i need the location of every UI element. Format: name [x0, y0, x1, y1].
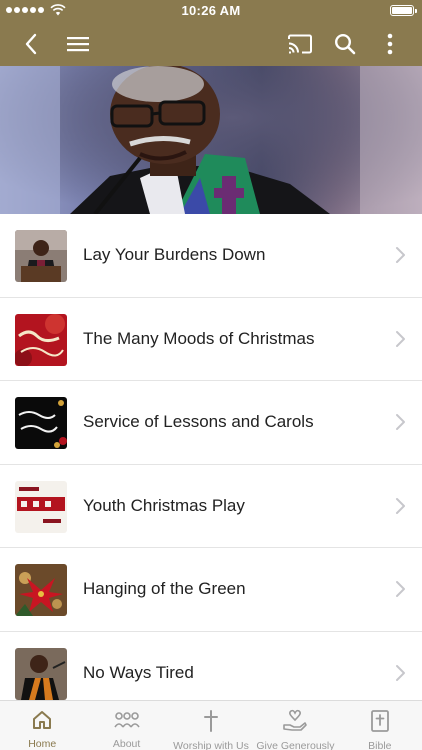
chevron-right-icon — [396, 497, 405, 514]
list-item-label: Youth Christmas Play — [83, 495, 245, 515]
thumbnail-poinsettia — [15, 564, 67, 616]
thumbnail-youth-christmas — [15, 480, 67, 533]
list-item[interactable]: Lay Your Burdens Down — [0, 214, 422, 298]
tab-give-generously[interactable]: Give Generously — [253, 701, 337, 750]
top-navigation-bar — [0, 22, 422, 66]
tab-label: Worship with Us — [173, 740, 249, 750]
tab-label: About — [112, 738, 141, 750]
bible-icon — [370, 710, 389, 732]
list-item[interactable]: Hanging of the Green — [0, 548, 422, 632]
chevron-right-icon — [396, 664, 405, 681]
giving-hand-icon — [283, 709, 308, 731]
hero-banner-image — [0, 66, 422, 214]
list-item[interactable]: Youth Christmas Play — [0, 465, 422, 548]
chevron-left-icon — [25, 33, 37, 55]
chevron-right-icon — [396, 414, 405, 430]
chevron-right-icon — [396, 330, 405, 347]
list-item-label: No Ways Tired — [83, 662, 194, 682]
list-item-label: Hanging of the Green — [83, 579, 246, 599]
search-button[interactable] — [330, 22, 360, 66]
cross-icon — [204, 710, 219, 732]
tab-worship-with-us[interactable]: Worship with Us — [169, 701, 253, 750]
bottom-tab-bar: Home About Worship with Us Give Generous… — [0, 700, 422, 750]
cast-icon — [288, 34, 312, 54]
thumbnail-pastor-pulpit — [15, 230, 67, 282]
back-button[interactable] — [16, 22, 46, 66]
pastor-photo — [0, 66, 422, 214]
tab-label: Bible — [368, 740, 392, 750]
chevron-right-icon — [396, 247, 405, 263]
list-item-label: The Many Moods of Christmas — [83, 328, 315, 348]
list-item[interactable]: The Many Moods of Christmas — [0, 298, 422, 381]
more-vertical-icon — [387, 33, 393, 55]
chevron-right-icon — [396, 581, 405, 597]
tab-label: Give Generously — [256, 740, 335, 750]
status-time: 10:26 AM — [181, 3, 241, 18]
thumbnail-lessons-carols — [15, 397, 67, 449]
list-item[interactable]: Service of Lessons and Carols — [0, 381, 422, 465]
tab-bible[interactable]: Bible — [338, 701, 422, 750]
tab-about[interactable]: About — [84, 701, 168, 750]
home-icon — [33, 711, 52, 729]
more-options-button[interactable] — [376, 22, 404, 66]
people-icon — [113, 712, 140, 728]
sermon-list: Lay Your Burdens Down The Many Moods of … — [0, 214, 422, 715]
tab-home[interactable]: Home — [0, 701, 84, 750]
status-bar: 10:26 AM — [0, 0, 422, 22]
menu-button[interactable] — [62, 22, 94, 66]
list-item-label: Lay Your Burdens Down — [83, 245, 266, 265]
tab-label: Home — [28, 738, 57, 750]
cast-button[interactable] — [284, 22, 316, 66]
battery-icon — [390, 5, 417, 16]
thumbnail-pastor-robe — [15, 647, 67, 700]
hamburger-menu-icon — [67, 37, 89, 52]
list-item-label: Service of Lessons and Carols — [83, 412, 314, 432]
search-icon — [334, 33, 356, 55]
thumbnail-moods-christmas — [15, 313, 67, 366]
